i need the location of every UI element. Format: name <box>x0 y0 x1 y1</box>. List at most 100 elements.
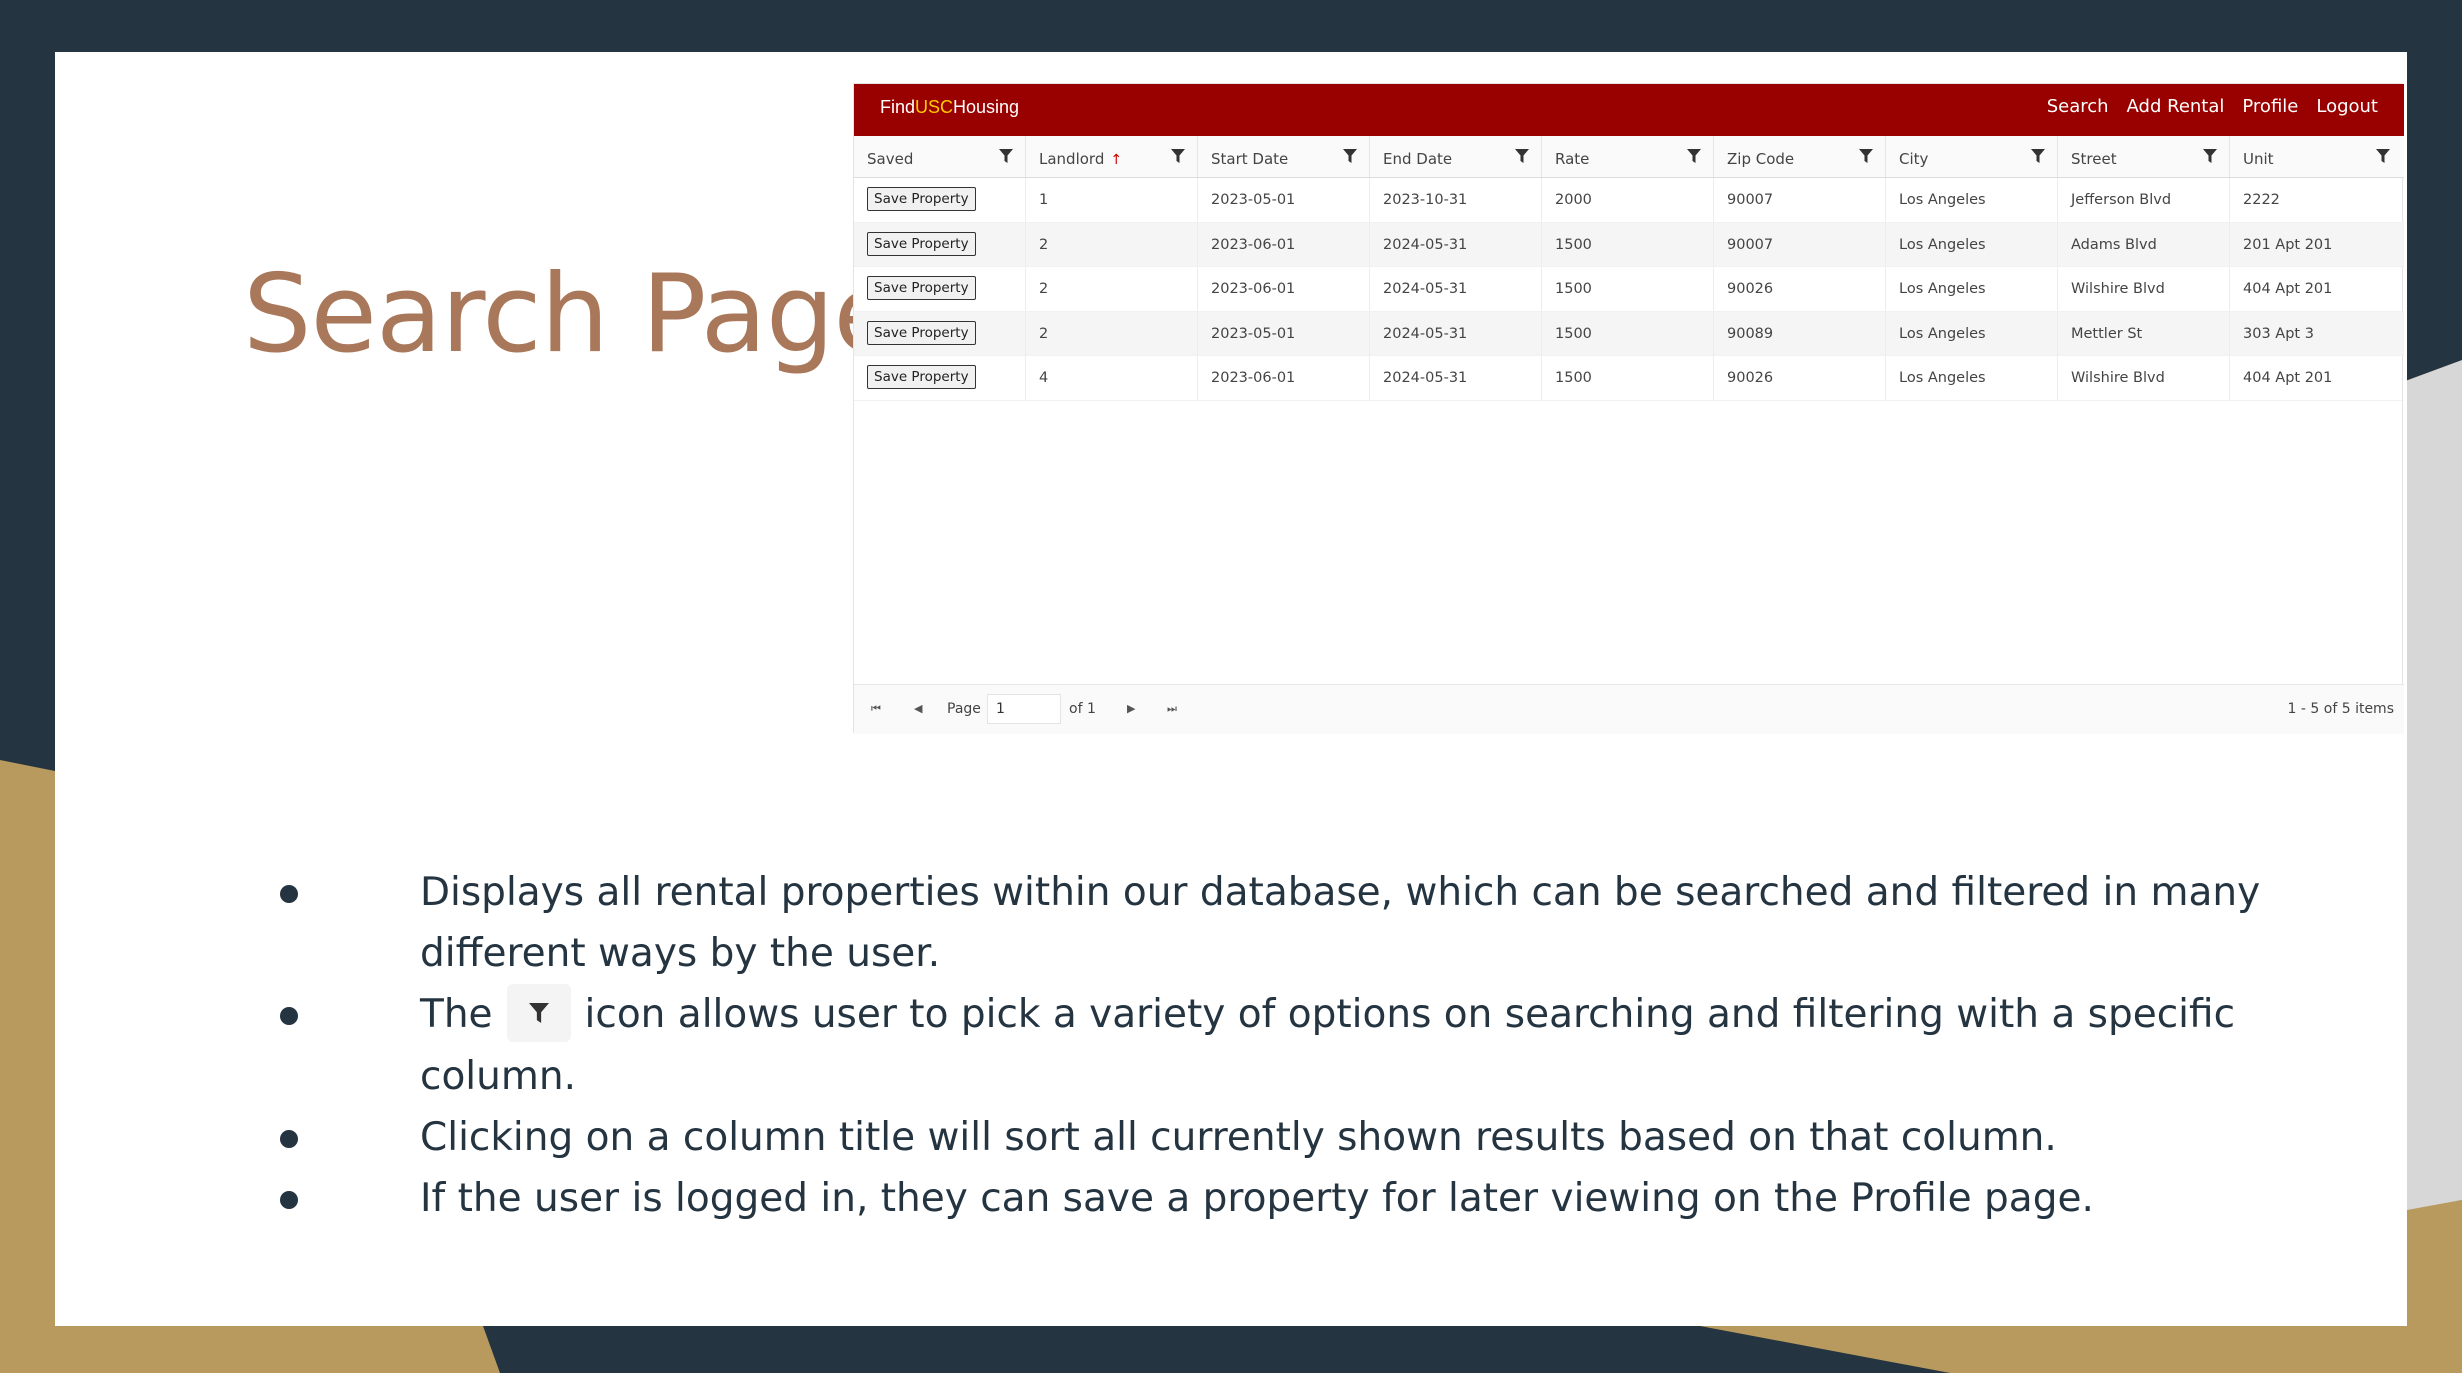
column-title[interactable]: Start Date <box>1211 150 1288 168</box>
property-grid: Saved Landlord ↑ Start Date End Date Rate… <box>854 136 2404 401</box>
end-date-cell: 2024-05-31 <box>1370 267 1542 311</box>
bullet-text: icon allows user to pick a variety of op… <box>420 992 2236 1099</box>
save-property-button[interactable]: Save Property <box>867 365 976 389</box>
filter-icon[interactable] <box>2031 149 2045 163</box>
table-row: Save Property 1 2023-05-01 2023-10-31 20… <box>854 178 2404 223</box>
nav-profile[interactable]: Profile <box>2242 96 2298 117</box>
rate-cell: 1500 <box>1542 311 1714 355</box>
column-title[interactable]: Unit <box>2243 150 2274 168</box>
saved-cell: Save Property <box>854 178 1026 222</box>
bullet-dot <box>280 1007 298 1025</box>
column-title[interactable]: Saved <box>867 150 913 168</box>
bullet-text: different ways by the user. <box>420 931 941 976</box>
rate-cell: 1500 <box>1542 356 1714 400</box>
column-header-end-date[interactable]: End Date <box>1370 136 1542 177</box>
save-property-button[interactable]: Save Property <box>867 187 976 211</box>
start-date-cell: 2023-06-01 <box>1198 267 1370 311</box>
next-page-icon[interactable]: ▶ <box>1127 702 1135 715</box>
save-property-button[interactable]: Save Property <box>867 231 976 256</box>
column-title[interactable]: Street <box>2071 150 2117 168</box>
end-date-cell: 2024-05-31 <box>1370 356 1542 400</box>
rate-cell: 1500 <box>1542 267 1714 311</box>
city-cell: Los Angeles <box>1886 178 2058 222</box>
page-number-input[interactable] <box>987 694 1061 724</box>
start-date-cell: 2023-06-01 <box>1198 222 1370 266</box>
filter-icon[interactable] <box>999 149 1013 163</box>
column-title[interactable]: Landlord <box>1039 150 1104 168</box>
bullet-item: Clicking on a column title will sort all… <box>280 1107 2380 1168</box>
street-cell: Wilshire Blvd <box>2058 356 2230 400</box>
unit-cell: 2222 <box>2243 192 2280 208</box>
column-title[interactable]: Zip Code <box>1727 150 1794 168</box>
column-title[interactable]: City <box>1899 150 1928 168</box>
start-date-cell: 2023-05-01 <box>1198 311 1370 355</box>
table-row: Save Property 2 2023-05-01 2024-05-31 15… <box>854 311 2404 356</box>
landlord-cell: 2 <box>1026 222 1198 266</box>
first-page-icon[interactable]: ⏮ <box>871 702 881 716</box>
zip-code-cell: 90089 <box>1714 311 1886 355</box>
end-date-cell: 2024-05-31 <box>1370 311 1542 355</box>
save-property-button[interactable]: Save Property <box>867 320 976 345</box>
prev-page-icon[interactable]: ◀ <box>914 702 922 715</box>
items-count-label: 1 - 5 of 5 items <box>2287 701 2394 717</box>
brand-part-usc: USC <box>915 97 954 117</box>
brand-logo[interactable]: FindUSCHousing <box>880 97 1019 118</box>
bullet-text: Displays all rental properties within ou… <box>420 870 2261 915</box>
street-cell: Jefferson Blvd <box>2058 178 2230 222</box>
bullet-list: Displays all rental properties within ou… <box>280 862 2380 1229</box>
table-row: Save Property 4 2023-06-01 2024-05-31 15… <box>854 356 2404 401</box>
filter-icon[interactable] <box>1687 149 1701 163</box>
zip-code-cell: 90026 <box>1714 356 1886 400</box>
saved-cell: Save Property <box>854 356 1026 400</box>
column-title[interactable]: Rate <box>1555 150 1589 168</box>
pager: ⏮ ◀ Page of 1 ▶ ⏭ 1 - 5 of 5 items <box>854 684 2404 734</box>
save-property-button[interactable]: Save Property <box>867 276 976 300</box>
column-title[interactable]: End Date <box>1383 150 1452 168</box>
table-row: Save Property 2 2023-06-01 2024-05-31 15… <box>854 267 2404 312</box>
filter-icon[interactable] <box>1343 149 1357 163</box>
filter-icon[interactable] <box>1171 149 1185 163</box>
brand-part-housing: Housing <box>953 97 1020 117</box>
filter-icon[interactable] <box>1859 149 1873 163</box>
slide-title: Search Page <box>243 252 900 377</box>
bullet-dot <box>280 1129 298 1148</box>
unit-cell: 201 Apt 201 <box>2243 236 2333 253</box>
nav-add-rental[interactable]: Add Rental <box>2127 96 2225 117</box>
landlord-cell: 2 <box>1026 311 1198 355</box>
column-header-start-date[interactable]: Start Date <box>1198 136 1370 177</box>
filter-icon[interactable] <box>1515 149 1529 163</box>
column-header-landlord[interactable]: Landlord ↑ <box>1026 136 1198 177</box>
last-page-icon[interactable]: ⏭ <box>1167 702 1177 716</box>
bullet-item: Displays all rental properties within ou… <box>280 862 2380 984</box>
column-header-city[interactable]: City <box>1886 136 2058 177</box>
nav-search[interactable]: Search <box>2047 96 2109 117</box>
grid-header: Saved Landlord ↑ Start Date End Date Rate… <box>854 136 2404 178</box>
navbar: FindUSCHousing Search Add Rental Profile… <box>854 84 2404 136</box>
app-screenshot: FindUSCHousing Search Add Rental Profile… <box>853 83 2404 734</box>
column-header-zip-code[interactable]: Zip Code <box>1714 136 1886 177</box>
nav-logout[interactable]: Logout <box>2316 96 2378 117</box>
street-cell: Adams Blvd <box>2058 222 2230 266</box>
filter-icon[interactable] <box>2376 149 2390 163</box>
column-header-saved[interactable]: Saved <box>854 136 1026 177</box>
end-date-cell: 2024-05-31 <box>1370 222 1542 266</box>
city-cell: Los Angeles <box>1886 222 2058 266</box>
column-header-street[interactable]: Street <box>2058 136 2230 177</box>
bullet-text: If the user is logged in, they can save … <box>420 1175 2094 1221</box>
saved-cell: Save Property <box>854 311 1026 355</box>
unit-cell: 404 Apt 201 <box>2243 370 2333 386</box>
bullet-item: If the user is logged in, they can save … <box>280 1168 2380 1229</box>
sort-ascending-icon: ↑ <box>1110 152 1123 168</box>
column-header-rate[interactable]: Rate <box>1542 136 1714 177</box>
bullet-dot <box>280 885 298 903</box>
zip-code-cell: 90026 <box>1714 267 1886 311</box>
rate-cell: 2000 <box>1542 178 1714 222</box>
bullet-text: Clicking on a column title will sort all… <box>420 1114 2057 1160</box>
filter-icon[interactable] <box>2203 149 2217 163</box>
city-cell: Los Angeles <box>1886 267 2058 311</box>
city-cell: Los Angeles <box>1886 311 2058 355</box>
unit-cell: 303 Apt 3 <box>2243 325 2314 342</box>
column-header-unit[interactable]: Unit <box>2230 136 2402 177</box>
start-date-cell: 2023-06-01 <box>1198 356 1370 400</box>
page-label: Page <box>947 701 981 717</box>
